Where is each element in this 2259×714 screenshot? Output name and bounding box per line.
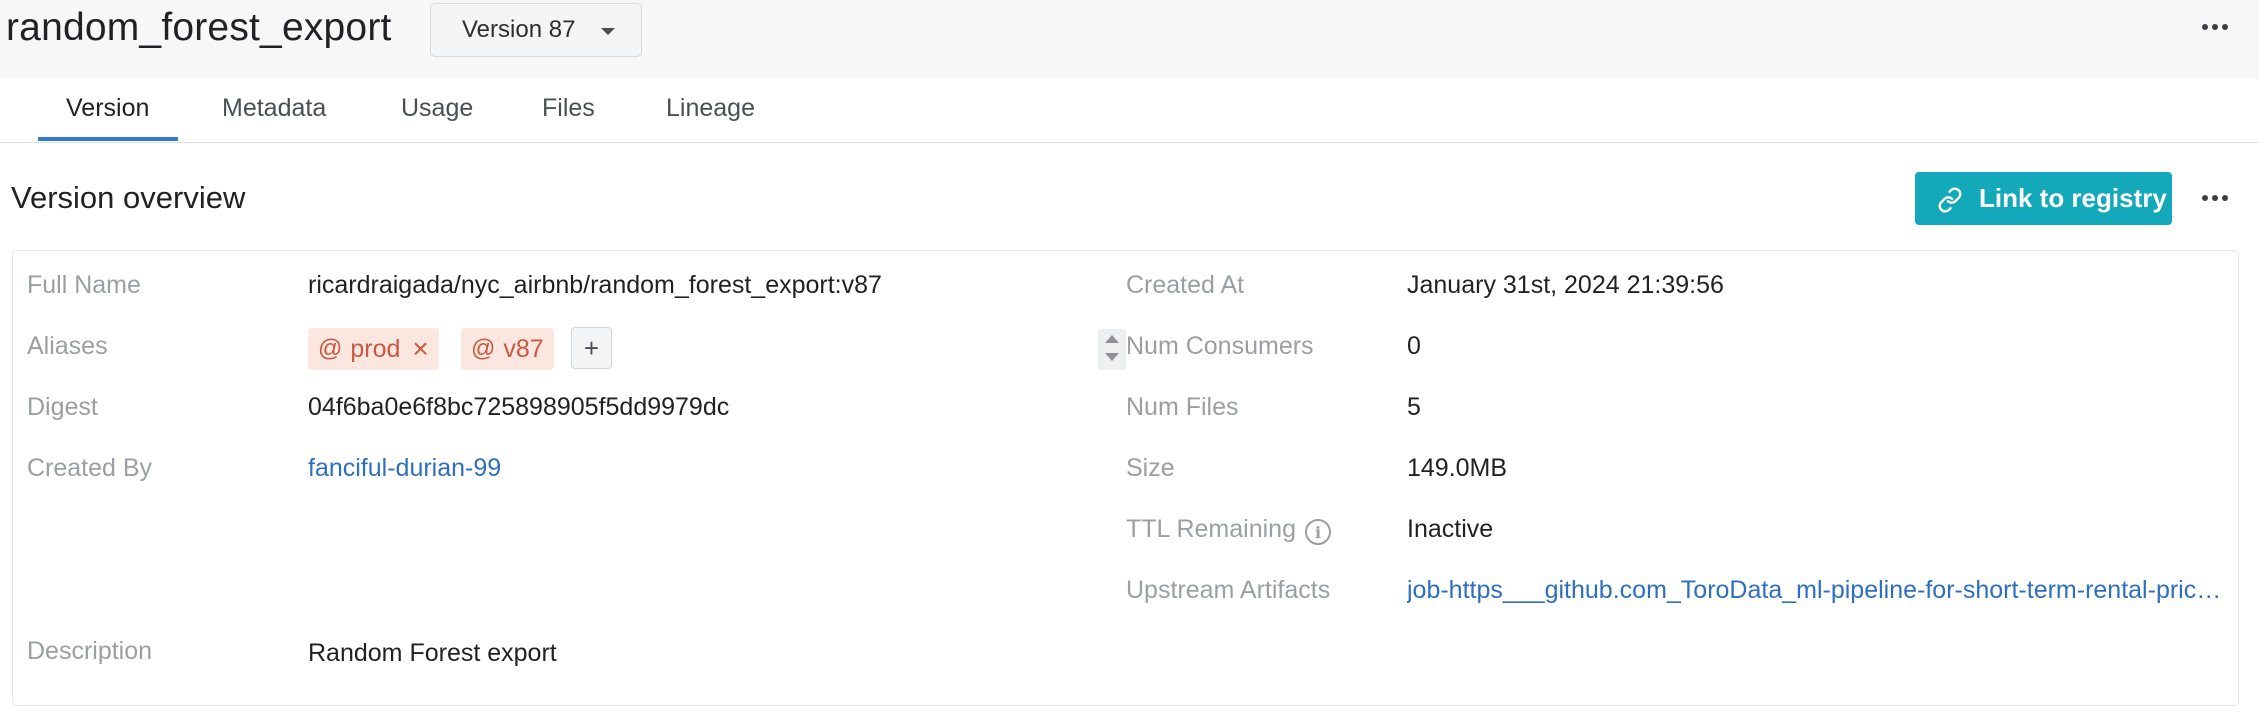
size-value: 149.0MB [1407, 454, 1508, 482]
info-icon[interactable]: i [1305, 519, 1331, 545]
link-to-registry-label: Link to registry [1979, 183, 2167, 213]
digest-value: 04f6ba0e6f8bc725898905f5dd9979dc [308, 393, 730, 421]
aliases-label: Aliases [27, 332, 108, 360]
section-title: Version overview [11, 180, 246, 215]
more-horizontal-icon [2196, 18, 2234, 36]
full-name-value: ricardraigada/nyc_airbnb/random_forest_e… [308, 271, 882, 299]
created-at-value: January 31st, 2024 21:39:56 [1407, 271, 1724, 299]
created-by-link[interactable]: fanciful-durian-99 [308, 454, 501, 483]
tab-metadata[interactable]: Metadata [222, 93, 326, 141]
num-consumers-label: Num Consumers [1126, 332, 1314, 360]
scroll-spinner[interactable] [1098, 329, 1126, 370]
tab-version[interactable]: Version [66, 93, 149, 141]
at-icon: @ [471, 335, 496, 362]
overview-more-button[interactable] [2196, 189, 2234, 207]
alias-tag-v87[interactable]: @ v87 [461, 328, 554, 370]
tab-lineage[interactable]: Lineage [666, 93, 755, 141]
at-icon: @ [318, 335, 343, 362]
close-icon[interactable]: × [412, 335, 428, 363]
arrow-down-icon [1105, 353, 1119, 361]
description-label: Description [27, 637, 153, 665]
upstream-artifact-link[interactable]: job-https___github.com_ToroData_ml-pipel… [1407, 576, 2222, 605]
active-tab-indicator [38, 137, 178, 141]
alias-name: v87 [503, 334, 544, 363]
add-alias-button[interactable]: + [571, 327, 612, 369]
arrow-up-icon [1105, 335, 1119, 343]
num-files-value: 5 [1407, 393, 1421, 421]
size-label: Size [1126, 454, 1175, 482]
more-horizontal-icon [2196, 189, 2234, 207]
artifact-title: random_forest_export [6, 6, 392, 49]
ttl-remaining-label: TTL Remaining [1126, 515, 1296, 543]
artifact-header: random_forest_export Version 87 [0, 0, 2259, 79]
alias-name: prod [350, 334, 401, 363]
description-value: Random Forest export [308, 639, 557, 667]
created-by-label: Created By [27, 454, 153, 482]
header-more-button[interactable] [2196, 18, 2234, 36]
version-select[interactable]: Version 87 [430, 3, 642, 57]
link-icon [1938, 187, 1962, 213]
tab-bar: Version Metadata Usage Files Lineage [0, 79, 2259, 143]
caret-down-icon [601, 28, 615, 35]
digest-label: Digest [27, 393, 98, 421]
alias-tag-prod[interactable]: @ prod × [308, 328, 439, 370]
created-at-label: Created At [1126, 271, 1245, 299]
full-name-label: Full Name [27, 271, 141, 299]
num-files-label: Num Files [1126, 393, 1239, 421]
version-select-label: Version 87 [462, 16, 576, 43]
link-to-registry-button[interactable]: Link to registry [1915, 172, 2172, 225]
upstream-artifacts-label: Upstream Artifacts [1126, 576, 1331, 604]
num-consumers-value: 0 [1407, 332, 1421, 360]
ttl-remaining-value: Inactive [1407, 515, 1494, 543]
tab-usage[interactable]: Usage [401, 93, 473, 141]
tab-files[interactable]: Files [542, 93, 595, 141]
